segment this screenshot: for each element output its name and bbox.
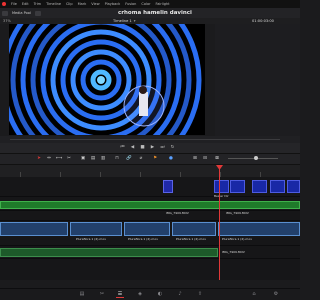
clip-label: IMG_7909.MOV xyxy=(166,211,189,215)
cut-page-icon[interactable]: ✂ xyxy=(98,291,106,297)
menu-item[interactable]: Mark xyxy=(78,2,87,6)
zoom-slider[interactable] xyxy=(228,158,278,159)
skip-forward-icon[interactable]: ⏭ xyxy=(160,145,165,150)
clip-label: Pluraflora 1 (2).mov xyxy=(76,237,106,241)
menu-bar: File Edit Trim Timeline Clip Mark View P… xyxy=(0,0,300,8)
link-icon[interactable]: 🔗 xyxy=(126,156,132,161)
zoom-slider-handle[interactable] xyxy=(254,156,258,160)
fusion-page-icon[interactable]: ◈ xyxy=(136,291,144,297)
dynamic-trim-icon[interactable]: ⟷ xyxy=(56,156,62,161)
track-divider xyxy=(0,258,300,259)
track-divider xyxy=(0,245,300,246)
timeline-name: Timeline 1 xyxy=(113,19,132,23)
stop-icon[interactable]: ■ xyxy=(140,145,145,150)
blade-tool-icon[interactable]: ✂ xyxy=(66,156,72,161)
overwrite-clip-icon[interactable]: ▤ xyxy=(90,156,96,161)
skip-back-icon[interactable]: ⏮ xyxy=(120,145,125,150)
video-clip-v3[interactable] xyxy=(214,180,229,193)
menu-item[interactable]: Clip xyxy=(66,2,73,6)
media-pool-toggle[interactable]: Media Pool xyxy=(12,11,31,15)
edit-page-icon[interactable]: ☰ xyxy=(116,291,124,298)
spiral-image xyxy=(9,24,205,135)
insert-clip-icon[interactable]: ▣ xyxy=(80,156,86,161)
menu-item[interactable]: Fairlight xyxy=(156,2,170,6)
video-clip-v3[interactable] xyxy=(230,180,245,193)
clip-label: Pluraflora 1 (2).mov xyxy=(222,237,252,241)
video-preview xyxy=(9,24,205,135)
media-pool-icon[interactable] xyxy=(2,10,8,16)
menu-item[interactable]: Fusion xyxy=(125,2,136,6)
video-clip-v3[interactable] xyxy=(270,180,285,193)
clip-label: Pluraflora 1 (2).mov xyxy=(128,237,158,241)
play-icon[interactable]: ▶ xyxy=(150,145,155,150)
menu-item[interactable]: Edit xyxy=(22,2,29,6)
replace-clip-icon[interactable]: ▥ xyxy=(100,156,106,161)
track-divider xyxy=(0,220,300,221)
video-clip-v1[interactable] xyxy=(124,222,170,236)
play-reverse-icon[interactable]: ◀ xyxy=(130,145,135,150)
flag-icon[interactable]: ⚑ xyxy=(152,156,158,161)
adjustment-clip-green[interactable] xyxy=(0,201,300,209)
clip-label: Pluraflora 1 (2).mov xyxy=(176,237,206,241)
pointer-tool-icon[interactable]: ➤ xyxy=(36,156,42,161)
video-clip-v3[interactable] xyxy=(252,180,267,193)
settings-gear-icon[interactable]: ⚙ xyxy=(272,291,280,297)
menu-item[interactable]: Color xyxy=(141,2,150,6)
menu-item[interactable]: Playback xyxy=(105,2,121,6)
custom-zoom-icon[interactable]: ⊠ xyxy=(214,156,220,161)
menu-item[interactable]: View xyxy=(91,2,99,6)
menu-item[interactable]: Timeline xyxy=(46,2,61,6)
track-divider xyxy=(0,196,300,197)
trim-tool-icon[interactable]: ⇔ xyxy=(46,156,52,161)
playhead[interactable] xyxy=(219,165,220,280)
color-page-icon[interactable]: ◐ xyxy=(156,291,164,297)
detail-zoom-icon[interactable]: ⊞ xyxy=(192,156,198,161)
marker-icon[interactable]: ● xyxy=(168,156,174,161)
video-clip-v1[interactable] xyxy=(70,222,122,236)
video-clip-v3[interactable] xyxy=(287,180,300,193)
clip-label: IMG_7909.MOV xyxy=(222,250,245,254)
video-clip-v1[interactable] xyxy=(172,222,216,236)
clip-label: IMG_7909.MOV xyxy=(226,211,249,215)
media-page-icon[interactable]: ▤ xyxy=(78,291,86,297)
menu-item[interactable]: File xyxy=(11,2,17,6)
video-clip-v1[interactable] xyxy=(0,222,68,236)
loop-icon[interactable]: ↻ xyxy=(170,145,175,150)
video-clip-v1[interactable] xyxy=(218,222,300,236)
project-title: crhoma hamelin davinci xyxy=(118,10,192,16)
scrubber-track xyxy=(10,139,280,140)
home-icon[interactable]: ⌂ xyxy=(250,291,258,297)
app-logo-icon xyxy=(2,2,6,6)
snapping-icon[interactable]: ⊓ xyxy=(114,156,120,161)
chevron-down-icon: ▾ xyxy=(133,19,136,23)
video-clip-v3[interactable] xyxy=(163,180,173,193)
effects-icon[interactable] xyxy=(34,10,41,16)
fairlight-page-icon[interactable]: ♪ xyxy=(176,291,184,297)
audio-clip-a1[interactable] xyxy=(0,248,218,257)
menu-item[interactable]: Trim xyxy=(34,2,41,6)
clip-label: Bezier Dir xyxy=(214,194,229,198)
full-extent-zoom-icon[interactable]: ⊟ xyxy=(202,156,208,161)
inspector-panel xyxy=(215,24,300,136)
position-lock-icon[interactable]: ⌀ xyxy=(138,156,144,161)
timeline-ruler[interactable] xyxy=(0,165,300,177)
deliver-page-icon[interactable]: ⇪ xyxy=(196,291,204,297)
